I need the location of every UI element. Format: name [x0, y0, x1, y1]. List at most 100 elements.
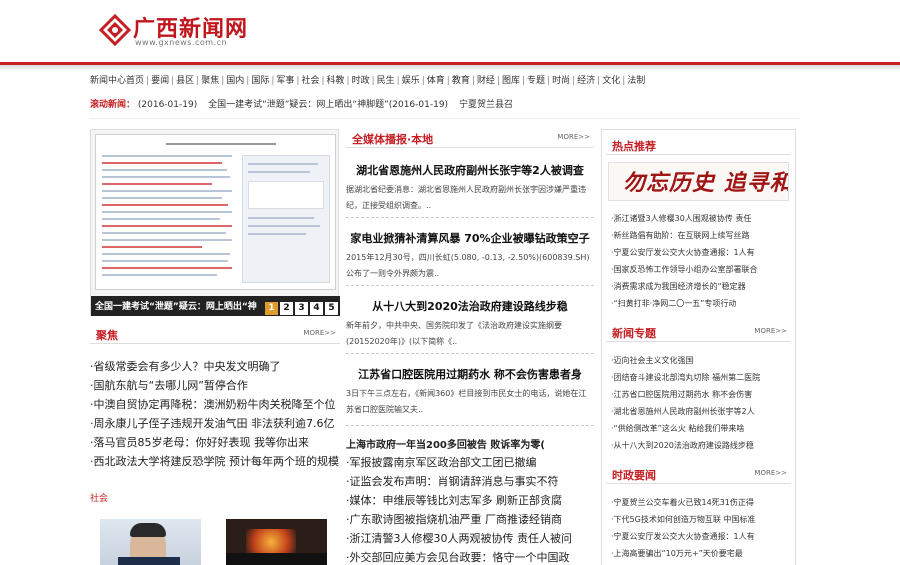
slideshow-page-button[interactable]: 1 [265, 302, 278, 315]
calligraphy-banner[interactable]: 勿忘历史 追寻和平 [608, 162, 789, 201]
list-item[interactable]: ·中澳自贸协定再降税：澳洲奶粉牛肉关税降至个位 [90, 396, 340, 415]
nav-separator: | [346, 76, 350, 86]
nav-link[interactable]: 国内 [226, 73, 244, 86]
list-item[interactable]: ·宁夏公安厅发公交大火协查通报：1人有 [611, 528, 796, 545]
list-item[interactable]: ·从十八大到2020法治政府建设路线步稳 [611, 437, 796, 454]
nav-link[interactable]: 新闻中心首页 [90, 73, 144, 86]
nav-link[interactable]: 时政 [352, 73, 370, 86]
news-headline[interactable]: 江苏省口腔医院用过期药水 称不会伤害患者身 [346, 366, 594, 382]
list-item[interactable]: ·省级常委会有多少人？中央发文明确了 [90, 358, 340, 377]
news-headline[interactable]: 湖北省恩施州人民政府副州长张宇等2人被调查 [346, 162, 594, 178]
nav-link[interactable]: 要闻 [151, 73, 169, 86]
slideshow-page-button[interactable]: 2 [280, 302, 293, 315]
slideshow-page-button[interactable]: 5 [325, 302, 338, 315]
slideshow-pager: 12345 [263, 299, 338, 315]
list-item[interactable]: ·湖北省恩施州人民政府副州长张宇等2人 [611, 403, 796, 420]
list-item[interactable]: ·落马官员85岁老母：你好好表现 我等你出来 [90, 434, 340, 453]
nav-separator: | [171, 76, 175, 86]
photo-slideshow[interactable]: 全国一建考试“泄题”疑云：网上晒出“神 12345 [90, 129, 340, 316]
nav-separator: | [371, 76, 375, 86]
nav-link[interactable]: 文化 [602, 73, 620, 86]
nav-separator: | [471, 76, 475, 86]
more-link[interactable]: MORE>> [557, 133, 590, 141]
more-link[interactable]: MORE>> [303, 329, 336, 337]
list-item[interactable]: ·团结奋斗建设北部湾丸切除 福州第二医院 [611, 369, 796, 386]
topic-news-list: ·迈向社会主义文化强国 ·团结奋斗建设北部湾丸切除 福州第二医院 ·江苏省口腔医院用… [611, 352, 796, 454]
nav-link[interactable]: 民生 [377, 73, 395, 86]
nav-link[interactable]: 教育 [452, 73, 470, 86]
slideshow-page-button[interactable]: 4 [310, 302, 323, 315]
society-thumbnail[interactable] [100, 519, 201, 565]
nav-link[interactable]: 国际 [251, 73, 269, 86]
list-item[interactable]: ·宁夏公安厅发公交大火协查通报：1人有 [611, 244, 796, 261]
list-item[interactable]: ·国家反恐怖工作领导小组办公室部署联合 [611, 261, 796, 278]
news-headline[interactable]: 家电业掀猜补清算风暴 70%企业被曝钻政策空子 [346, 230, 594, 246]
nav-link[interactable]: 财经 [477, 73, 495, 86]
news-headline[interactable]: 从十八大到2020法治政府建设路线步稳 [346, 298, 594, 314]
site-logo-url: www.gxnews.com.cn [135, 38, 228, 47]
list-item[interactable]: ·外交部回应美方会见台政要：恪守一个中国政 [346, 549, 594, 565]
more-link[interactable]: MORE>> [754, 469, 787, 477]
list-item[interactable]: ·“扫黄打非·净网二〇一五”专项行动 [611, 295, 796, 312]
news-summary: 3日下午三点左右，《新闻360》栏目接到市民女士的电话，说她在江苏省口腔医院输又… [346, 389, 587, 414]
ticker-item[interactable]: 全国一建考试“泄题”疑云：网上晒出“神脚题”(2016-01-19) [208, 100, 448, 110]
nav-separator: | [572, 76, 576, 86]
nav-link[interactable]: 军事 [276, 73, 294, 86]
nav-link[interactable]: 经济 [577, 73, 595, 86]
logo-icon[interactable] [99, 14, 131, 46]
list-item[interactable]: ·浙江诸暨3人修樱30人围观被协传 责任 [611, 210, 796, 227]
list-item[interactable]: ·上海高要骗出“10万元+”天价要宅最 [611, 545, 796, 562]
news-story: 从十八大到2020法治政府建设路线步稳 新年前夕，中共中央、国务院印发了《法治政… [346, 298, 594, 350]
more-link[interactable]: MORE>> [754, 327, 787, 335]
society-thumbnail[interactable] [226, 519, 327, 565]
section-title[interactable]: 热点推荐 [612, 138, 656, 154]
list-item[interactable]: ·军报披露南京军区政治部文工团已撤编 [346, 454, 594, 473]
nav-link[interactable]: 社会 [301, 73, 319, 86]
politics-news-list: ·宁夏贺兰公交车着火已致14死31伤正得 ·下代5G技术如何创造万物互联 中国标准… [611, 494, 796, 562]
nav-separator: | [622, 76, 626, 86]
list-item[interactable]: ·西北政法大学将建反恐学院 预计每年两个班的规模 [90, 453, 340, 472]
ticker-label: 滚动新闻： [90, 100, 136, 110]
slideshow-image[interactable] [95, 134, 336, 290]
ticker-item[interactable]: 宁夏贺兰县召开农 [459, 100, 512, 110]
list-item[interactable]: ·国航东航与“去哪儿网”暂停合作 [90, 377, 340, 396]
nav-link[interactable]: 专题 [527, 73, 545, 86]
slideshow-caption[interactable]: 全国一建考试“泄题”疑云：网上晒出“神 [95, 299, 271, 312]
ticker-item[interactable]: (2016-01-19) [138, 100, 197, 110]
slideshow-page-button[interactable]: 3 [295, 302, 308, 315]
nav-link[interactable]: 时尚 [552, 73, 570, 86]
section-title[interactable]: 新闻专题 [612, 325, 656, 341]
list-item[interactable]: ·证监会发布声明：肖钢请辞消息与事实不符 [346, 473, 594, 492]
list-item[interactable]: ·广东歌诗图被指烧机油严重 厂商推诿经销商 [346, 511, 594, 530]
section-title[interactable]: 全媒体播报·本地 [352, 131, 433, 147]
nav-separator: | [597, 76, 601, 86]
nav-link[interactable]: 体育 [427, 73, 445, 86]
top-news-link[interactable]: 上海市政府一年当200多回被告 败诉率为零( [346, 436, 594, 454]
nav-link[interactable]: 图库 [502, 73, 520, 86]
nav-separator: | [271, 76, 275, 86]
topic-section-header: 新闻专题 MORE>> [606, 324, 791, 342]
list-item[interactable]: ·“供给侧改革”这么火 粘给我们带来啥 [611, 420, 796, 437]
nav-link[interactable]: 县区 [176, 73, 194, 86]
section-title[interactable]: 聚焦 [96, 327, 118, 343]
media-section-header: 全媒体播报·本地 MORE>> [346, 130, 594, 148]
nav-link[interactable]: 科教 [327, 73, 345, 86]
nav-separator: | [421, 76, 425, 86]
slideshow-caption-bar: 全国一建考试“泄题”疑云：网上晒出“神 12345 [91, 296, 340, 316]
list-item[interactable]: ·新丝路倡有助阶：在互联网上续写丝路 [611, 227, 796, 244]
list-item[interactable]: ·下代5G技术如何创造万物互联 中国标准 [611, 511, 796, 528]
section-title[interactable]: 时政要闻 [612, 467, 656, 483]
list-item[interactable]: ·迈向社会主义文化强国 [611, 352, 796, 369]
divider [346, 217, 594, 218]
nav-link[interactable]: 法制 [627, 73, 645, 86]
list-item[interactable]: ·宁夏贺兰公交车着火已致14死31伤正得 [611, 494, 796, 511]
list-item[interactable]: ·媒体：申维辰等钱比刘志军多 刷新正部贪腐 [346, 492, 594, 511]
list-item[interactable]: ·周永康儿子侄子违规开发油气田 非法获利逾7.6亿 [90, 415, 340, 434]
nav-link[interactable]: 娱乐 [402, 73, 420, 86]
nav-link[interactable]: 聚焦 [201, 73, 219, 86]
society-label[interactable]: 社会 [90, 491, 108, 504]
list-item[interactable]: ·江苏省口腔医院用过期药水 称不会伤害 [611, 386, 796, 403]
list-item[interactable]: ·消费需求成为我国经济增长的“稳定器 [611, 278, 796, 295]
nav-separator: | [396, 76, 400, 86]
list-item[interactable]: ·浙江清警3人修樱30人两观被协传 责任人被问 [346, 530, 594, 549]
